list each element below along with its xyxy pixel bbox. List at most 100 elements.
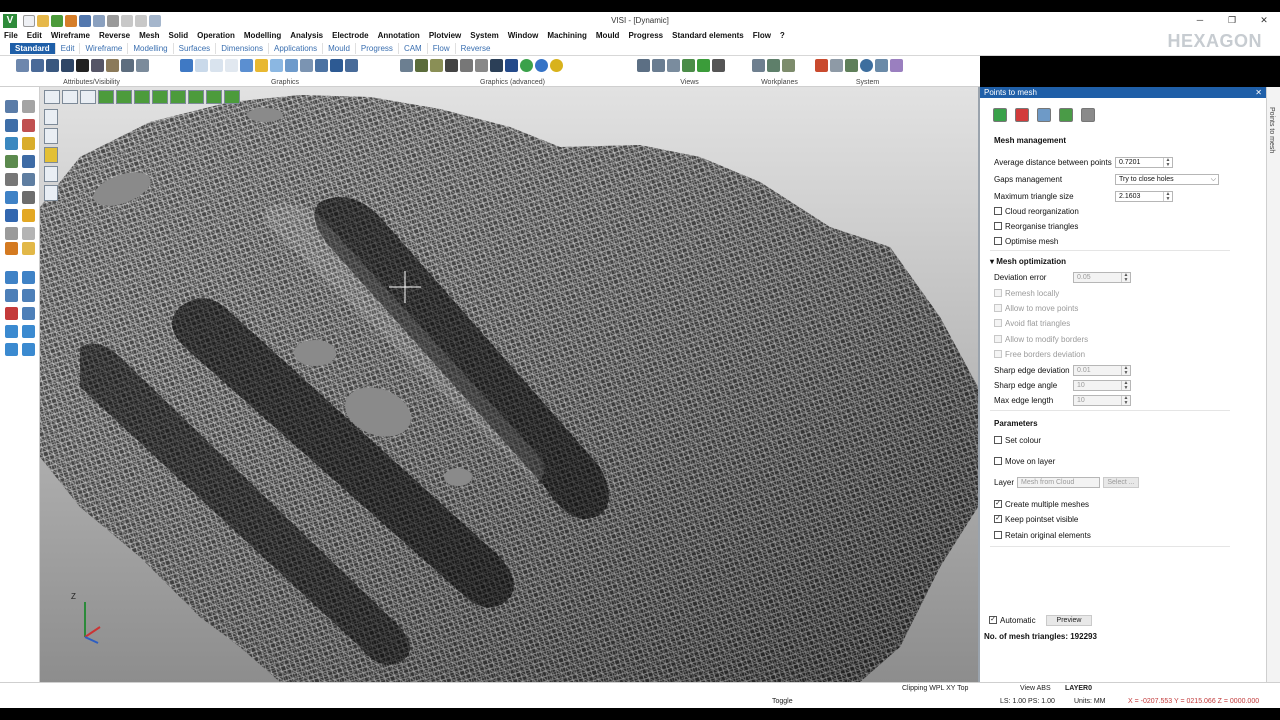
menu-plotview[interactable]: Plotview bbox=[429, 31, 461, 40]
visi-logo-icon[interactable]: V bbox=[3, 13, 17, 28]
gradient-icon[interactable] bbox=[460, 59, 473, 72]
group-icon[interactable] bbox=[22, 191, 35, 204]
close-button[interactable]: ✕ bbox=[1248, 12, 1280, 29]
measure-icon[interactable] bbox=[475, 59, 488, 72]
zoom-icon[interactable] bbox=[285, 59, 298, 72]
vp-view-1-icon[interactable] bbox=[98, 90, 114, 104]
pan-icon[interactable] bbox=[300, 59, 313, 72]
panel-close-button[interactable]: ✕ bbox=[1255, 87, 1262, 98]
draw-polyline-icon[interactable] bbox=[5, 307, 18, 320]
menu-help[interactable]: ? bbox=[780, 31, 785, 40]
menu-analysis[interactable]: Analysis bbox=[290, 31, 323, 40]
tab-wireframe[interactable]: Wireframe bbox=[79, 43, 127, 54]
layer-status[interactable]: LAYER0 bbox=[1065, 685, 1092, 692]
draft-icon[interactable] bbox=[430, 59, 443, 72]
spinner-arrows-icon[interactable]: ▲ ▼ bbox=[1163, 192, 1172, 201]
scale-icon[interactable] bbox=[5, 173, 18, 186]
vp-side-2-icon[interactable] bbox=[44, 128, 58, 144]
create-multiple-checkbox[interactable]: ✓ bbox=[994, 500, 1002, 508]
tab-dimensions[interactable]: Dimensions bbox=[215, 43, 268, 54]
tab-edit[interactable]: Edit bbox=[54, 43, 80, 54]
tab-surfaces[interactable]: Surfaces bbox=[172, 43, 216, 54]
menu-mesh[interactable]: Mesh bbox=[139, 31, 159, 40]
view-top-icon[interactable] bbox=[652, 59, 665, 72]
shield-icon[interactable] bbox=[505, 59, 518, 72]
display-icon[interactable] bbox=[121, 59, 134, 72]
draw-spline-icon[interactable] bbox=[22, 307, 35, 320]
zebra-icon[interactable] bbox=[445, 59, 458, 72]
sharp-dev-field[interactable]: 0.01 ▲ ▼ bbox=[1073, 365, 1131, 376]
layer-icon[interactable] bbox=[31, 59, 44, 72]
deviation-field[interactable]: 0.05 ▲ ▼ bbox=[1073, 272, 1131, 283]
vp-side-1-icon[interactable] bbox=[44, 109, 58, 125]
menu-window[interactable]: Window bbox=[508, 31, 539, 40]
menu-progress[interactable]: Progress bbox=[628, 31, 663, 40]
optimise-checkbox[interactable] bbox=[994, 237, 1002, 245]
vp-view-2-icon[interactable] bbox=[116, 90, 132, 104]
view-iso-icon[interactable] bbox=[637, 59, 650, 72]
vp-side-3-icon[interactable] bbox=[44, 147, 58, 163]
mirror-icon[interactable] bbox=[22, 155, 35, 168]
menu-mould[interactable]: Mould bbox=[596, 31, 620, 40]
section-icon[interactable] bbox=[270, 59, 283, 72]
folder-icon[interactable] bbox=[22, 242, 35, 255]
system-edit-icon[interactable] bbox=[890, 59, 903, 72]
reapply-icon[interactable] bbox=[1059, 108, 1073, 122]
workplane-edit-icon[interactable] bbox=[767, 59, 780, 72]
automatic-checkbox[interactable]: ✓ bbox=[989, 616, 997, 624]
new-file-icon[interactable] bbox=[23, 14, 35, 27]
customize-icon[interactable] bbox=[149, 14, 161, 27]
select-box-icon[interactable] bbox=[5, 119, 18, 132]
toggle-status[interactable]: Toggle bbox=[772, 698, 793, 705]
avoid-flat-checkbox[interactable] bbox=[994, 319, 1002, 327]
menu-modelling[interactable]: Modelling bbox=[244, 31, 281, 40]
max-edge-field[interactable]: 10 ▲ ▼ bbox=[1073, 395, 1131, 406]
shaded-icon[interactable] bbox=[195, 59, 208, 72]
menu-standard-elements[interactable]: Standard elements bbox=[672, 31, 744, 40]
vp-view-5-icon[interactable] bbox=[170, 90, 186, 104]
collapse-triangle-icon[interactable]: ▾ bbox=[990, 257, 994, 266]
workplane-icon[interactable] bbox=[752, 59, 765, 72]
layer-field[interactable]: Mesh from Cloud bbox=[1017, 477, 1100, 488]
spinner-arrows-icon[interactable]: ▲ ▼ bbox=[1121, 396, 1130, 405]
undo-icon[interactable] bbox=[121, 14, 133, 27]
globe-icon[interactable] bbox=[535, 59, 548, 72]
cloud-reorg-checkbox[interactable] bbox=[994, 207, 1002, 215]
ok-icon[interactable] bbox=[993, 108, 1007, 122]
3d-viewport[interactable]: Z bbox=[40, 87, 978, 682]
vp-wire-icon[interactable] bbox=[80, 90, 96, 104]
help-icon[interactable] bbox=[5, 209, 18, 222]
tab-progress[interactable]: Progress bbox=[354, 43, 398, 54]
import-icon[interactable] bbox=[65, 14, 77, 27]
save-settings-icon[interactable] bbox=[1081, 108, 1095, 122]
attributes-icon[interactable] bbox=[16, 59, 29, 72]
save-as-icon[interactable] bbox=[93, 14, 105, 27]
view-save-icon[interactable] bbox=[712, 59, 725, 72]
redo-icon[interactable] bbox=[135, 14, 147, 27]
cancel-icon[interactable] bbox=[1015, 108, 1029, 122]
draw-arc-icon[interactable] bbox=[22, 289, 35, 302]
vp-view-7-icon[interactable] bbox=[206, 90, 222, 104]
tab-standard[interactable]: Standard bbox=[10, 43, 55, 54]
vp-menu-icon[interactable] bbox=[44, 90, 60, 104]
avg-distance-field[interactable]: 0.7201 ▲ ▼ bbox=[1115, 157, 1173, 168]
align-icon[interactable] bbox=[22, 173, 35, 186]
draw-offset-icon[interactable] bbox=[22, 343, 35, 356]
spinner-arrows-icon[interactable]: ▲ ▼ bbox=[1163, 158, 1172, 167]
tab-cam[interactable]: CAM bbox=[397, 43, 427, 54]
save-icon[interactable] bbox=[79, 14, 91, 27]
print-icon[interactable] bbox=[107, 14, 119, 27]
menu-file[interactable]: File bbox=[4, 31, 18, 40]
colour-icon[interactable] bbox=[106, 59, 119, 72]
properties-icon[interactable] bbox=[5, 242, 18, 255]
view-rotate-icon[interactable] bbox=[697, 59, 710, 72]
mesh-model[interactable]: Z bbox=[40, 87, 978, 682]
system-grid-icon[interactable] bbox=[875, 59, 888, 72]
menu-solid[interactable]: Solid bbox=[169, 31, 189, 40]
hidden-line-icon[interactable] bbox=[225, 59, 238, 72]
menu-flow[interactable]: Flow bbox=[753, 31, 771, 40]
maximize-button[interactable]: ❐ bbox=[1216, 12, 1248, 29]
draw-circle-icon[interactable] bbox=[5, 325, 18, 338]
spinner-arrows-icon[interactable]: ▲ ▼ bbox=[1121, 366, 1130, 375]
draw-line-icon[interactable] bbox=[5, 289, 18, 302]
